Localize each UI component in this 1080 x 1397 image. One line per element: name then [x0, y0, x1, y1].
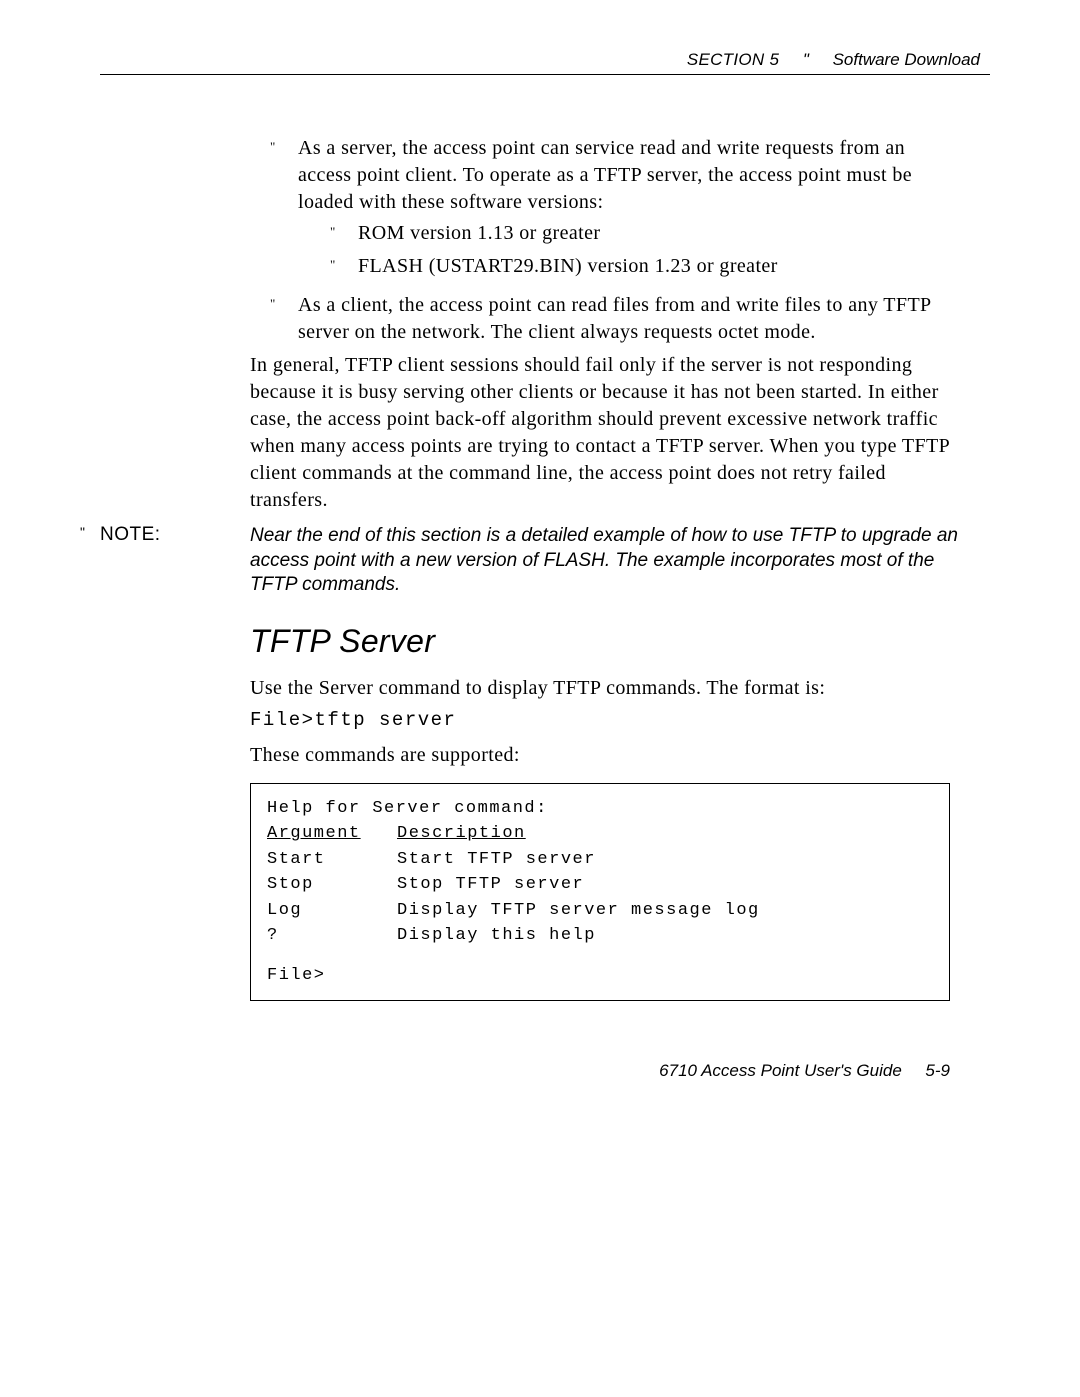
codebox-title: Help for Server command:	[267, 796, 933, 822]
footer-page: 5-9	[925, 1061, 950, 1080]
paragraph: In general, TFTP client sessions should …	[250, 352, 960, 514]
bullet-mark: "	[270, 292, 298, 346]
codebox-row: Start Start TFTP server	[267, 847, 933, 873]
sub-bullet-item: " FLASH (USTART29.BIN) version 1.23 or g…	[330, 253, 960, 280]
paragraph: Use the Server command to display TFTP c…	[250, 675, 960, 702]
bullet-list: " As a server, the access point can serv…	[250, 135, 960, 346]
codebox-spacer	[267, 949, 933, 963]
codebox-arg: Start	[267, 847, 397, 873]
bullet-item: " As a server, the access point can serv…	[270, 135, 960, 286]
content-area: " As a server, the access point can serv…	[250, 135, 960, 514]
bullet-item: " As a client, the access point can read…	[270, 292, 960, 346]
bullet-mark: "	[270, 135, 298, 286]
section-heading: TFTP Server	[250, 620, 960, 663]
sub-bullet-text: ROM version 1.13 or greater	[358, 220, 960, 247]
codebox-arg: Log	[267, 898, 397, 924]
sub-bullet-text: FLASH (USTART29.BIN) version 1.23 or gre…	[358, 253, 960, 280]
note-mark: "	[80, 524, 100, 598]
bullet-text: As a client, the access point can read f…	[298, 292, 960, 346]
header-bullet: "	[803, 50, 809, 69]
bullet-mark: "	[330, 220, 358, 247]
code-box: Help for Server command: Argument Descri…	[250, 783, 950, 1002]
codebox-desc: Start TFTP server	[397, 847, 596, 873]
footer: 6710 Access Point User's Guide 5-9	[100, 1061, 950, 1081]
codebox-row: Log Display TFTP server message log	[267, 898, 933, 924]
footer-guide: 6710 Access Point User's Guide	[659, 1061, 902, 1080]
codebox-desc: Display TFTP server message log	[397, 898, 760, 924]
content-area-2: TFTP Server Use the Server command to di…	[250, 620, 960, 1001]
paragraph: These commands are supported:	[250, 742, 960, 769]
codebox-arg: Stop	[267, 872, 397, 898]
running-header: SECTION 5 " Software Download	[100, 50, 990, 70]
bullet-text-span: As a server, the access point can servic…	[298, 137, 912, 213]
sub-bullet-item: " ROM version 1.13 or greater	[330, 220, 960, 247]
codebox-col-arg: Argument	[267, 821, 397, 847]
codebox-row: Stop Stop TFTP server	[267, 872, 933, 898]
page: SECTION 5 " Software Download " As a ser…	[0, 0, 1080, 1397]
header-rule	[100, 74, 990, 75]
codebox-row: ? Display this help	[267, 923, 933, 949]
header-section: SECTION 5	[687, 50, 779, 69]
bullet-mark: "	[330, 253, 358, 280]
header-title: Software Download	[833, 50, 980, 69]
note-label: NOTE:	[100, 524, 250, 598]
codebox-prompt: File>	[267, 963, 933, 989]
sub-bullet-list: " ROM version 1.13 or greater " FLASH (U…	[298, 220, 960, 280]
codebox-desc: Display this help	[397, 923, 596, 949]
bullet-text: As a server, the access point can servic…	[298, 135, 960, 286]
codebox-arg: ?	[267, 923, 397, 949]
command-line: File>tftp server	[250, 708, 960, 734]
codebox-header-row: Argument Description	[267, 821, 933, 847]
codebox-desc: Stop TFTP server	[397, 872, 584, 898]
codebox-col-desc: Description	[397, 821, 526, 847]
note-text: Near the end of this section is a detail…	[250, 524, 960, 598]
note-block: " NOTE: Near the end of this section is …	[80, 524, 960, 598]
